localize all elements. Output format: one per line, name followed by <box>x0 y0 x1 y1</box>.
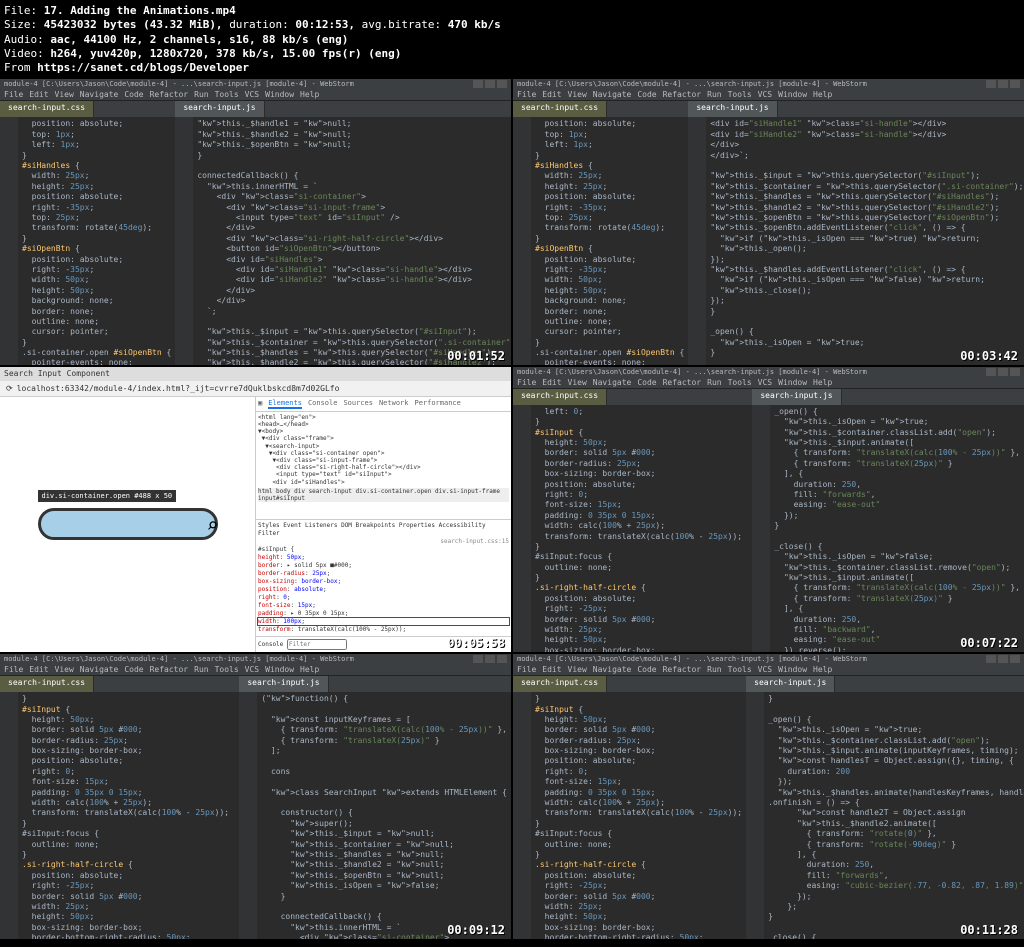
tab-css[interactable]: search-input.css <box>513 101 607 117</box>
search-input-component[interactable]: ⌕ <box>38 508 218 540</box>
minimize-icon[interactable] <box>986 368 996 376</box>
browser-pane: Search Input Component ⟳localhost:63342/… <box>0 367 511 652</box>
maximize-icon[interactable] <box>485 80 495 88</box>
ide-pane-1: module-4 [C:\Users\Jason\Code\module-4] … <box>0 79 511 364</box>
timestamp: 00:07:22 <box>960 636 1018 650</box>
tab-css[interactable]: search-input.css <box>0 101 94 117</box>
timestamp: 00:03:42 <box>960 349 1018 363</box>
timestamp: 00:05:58 <box>447 636 505 650</box>
address-bar[interactable]: ⟳localhost:63342/module-4/index.html?_ij… <box>0 381 511 397</box>
editor-css[interactable]: } #siInput { height: 50px; border: solid… <box>0 692 239 939</box>
devtools-tabs[interactable]: ▣ElementsConsoleSourcesNetworkPerformanc… <box>256 397 511 412</box>
menu-bar[interactable]: FileEditViewNavigateCodeRefactorRunTools… <box>513 377 1024 389</box>
tab-css[interactable]: search-input.css <box>513 389 607 405</box>
timestamp: 00:01:52 <box>447 349 505 363</box>
editor-css[interactable]: left: 0; } #siInput { height: 50px; bord… <box>513 405 752 652</box>
gutter <box>0 117 18 364</box>
tab-css[interactable]: search-input.css <box>513 676 607 692</box>
minimize-icon[interactable] <box>473 655 483 663</box>
reload-icon[interactable]: ⟳ <box>6 384 13 393</box>
editor-css[interactable]: position: absolute; top: 1px; left: 1px;… <box>513 117 688 364</box>
maximize-icon[interactable] <box>998 80 1008 88</box>
tab-css[interactable]: search-input.css <box>0 676 94 692</box>
file-metadata: File: 17. Adding the Animations.mp4 Size… <box>0 0 1024 79</box>
close-icon[interactable] <box>1010 655 1020 663</box>
timestamp: 00:11:28 <box>960 923 1018 937</box>
minimize-icon[interactable] <box>986 655 996 663</box>
tab-js[interactable]: search-input.js <box>175 101 264 117</box>
minimize-icon[interactable] <box>986 80 996 88</box>
editor-js[interactable]: "kw">this._$handle1 = "kw">null; "kw">th… <box>175 117 511 364</box>
maximize-icon[interactable] <box>485 655 495 663</box>
maximize-icon[interactable] <box>998 368 1008 376</box>
editor-js[interactable]: ("kw">function() { "kw">const inputKeyfr… <box>239 692 511 939</box>
menu-bar[interactable]: FileEditViewNavigateCodeRefactorRunTools… <box>513 664 1024 676</box>
timestamp: 00:09:12 <box>447 923 505 937</box>
tab-js[interactable]: search-input.js <box>239 676 328 692</box>
close-icon[interactable] <box>1010 80 1020 88</box>
close-icon[interactable] <box>1010 368 1020 376</box>
styles-panel[interactable]: Styles Event Listeners DOM Breakpoints P… <box>256 519 511 636</box>
menu-bar[interactable]: FileEditViewNavigateCodeRefactorRunTools… <box>513 89 1024 101</box>
screenshot-grid: module-4 [C:\Users\Jason\Code\module-4] … <box>0 79 1024 939</box>
inspect-icon[interactable]: ▣ <box>258 399 262 409</box>
inspect-tooltip: div.si-container.open #488 x 50 <box>38 490 177 502</box>
maximize-icon[interactable] <box>998 655 1008 663</box>
ide-pane-6: module-4 [C:\Users\Jason\Code\module-4] … <box>513 654 1024 939</box>
window-titlebar: module-4 [C:\Users\Jason\Code\module-4] … <box>0 79 511 89</box>
editor-js[interactable]: <div id="siHandle1" "kw">class="si-handl… <box>688 117 1024 364</box>
tab-js[interactable]: search-input.js <box>752 389 841 405</box>
console-filter[interactable] <box>287 639 347 650</box>
ide-pane-2: module-4 [C:\Users\Jason\Code\module-4] … <box>513 79 1024 364</box>
menu-bar[interactable]: FileEditViewNavigateCodeRefactorRunTools… <box>0 89 511 101</box>
close-icon[interactable] <box>497 80 507 88</box>
menu-bar[interactable]: FileEditViewNavigateCodeRefactorRunTools… <box>0 664 511 676</box>
magnifier-icon[interactable]: ⌕ <box>206 513 218 537</box>
close-icon[interactable] <box>497 655 507 663</box>
dom-tree[interactable]: <html lang="en"> <head>…</head> ▼<body> … <box>256 412 511 519</box>
editor-js[interactable]: } _open() { "kw">this._isOpen = "kw">tru… <box>746 692 1024 939</box>
devtools[interactable]: ▣ElementsConsoleSourcesNetworkPerformanc… <box>255 397 511 652</box>
page-viewport[interactable]: div.si-container.open #488 x 50 ⌕ <box>0 397 255 652</box>
ide-pane-4: module-4 [C:\Users\Jason\Code\module-4] … <box>513 367 1024 652</box>
editor-css[interactable]: } #siInput { height: 50px; border: solid… <box>513 692 746 939</box>
editor-css[interactable]: position: absolute; top: 1px; left: 1px;… <box>0 117 175 364</box>
tab-js[interactable]: search-input.js <box>746 676 835 692</box>
minimize-icon[interactable] <box>473 80 483 88</box>
ide-pane-5: module-4 [C:\Users\Jason\Code\module-4] … <box>0 654 511 939</box>
browser-tab[interactable]: Search Input Component <box>0 367 511 381</box>
editor-js[interactable]: _open() { "kw">this._isOpen = "kw">true;… <box>752 405 1024 652</box>
tab-js[interactable]: search-input.js <box>688 101 777 117</box>
